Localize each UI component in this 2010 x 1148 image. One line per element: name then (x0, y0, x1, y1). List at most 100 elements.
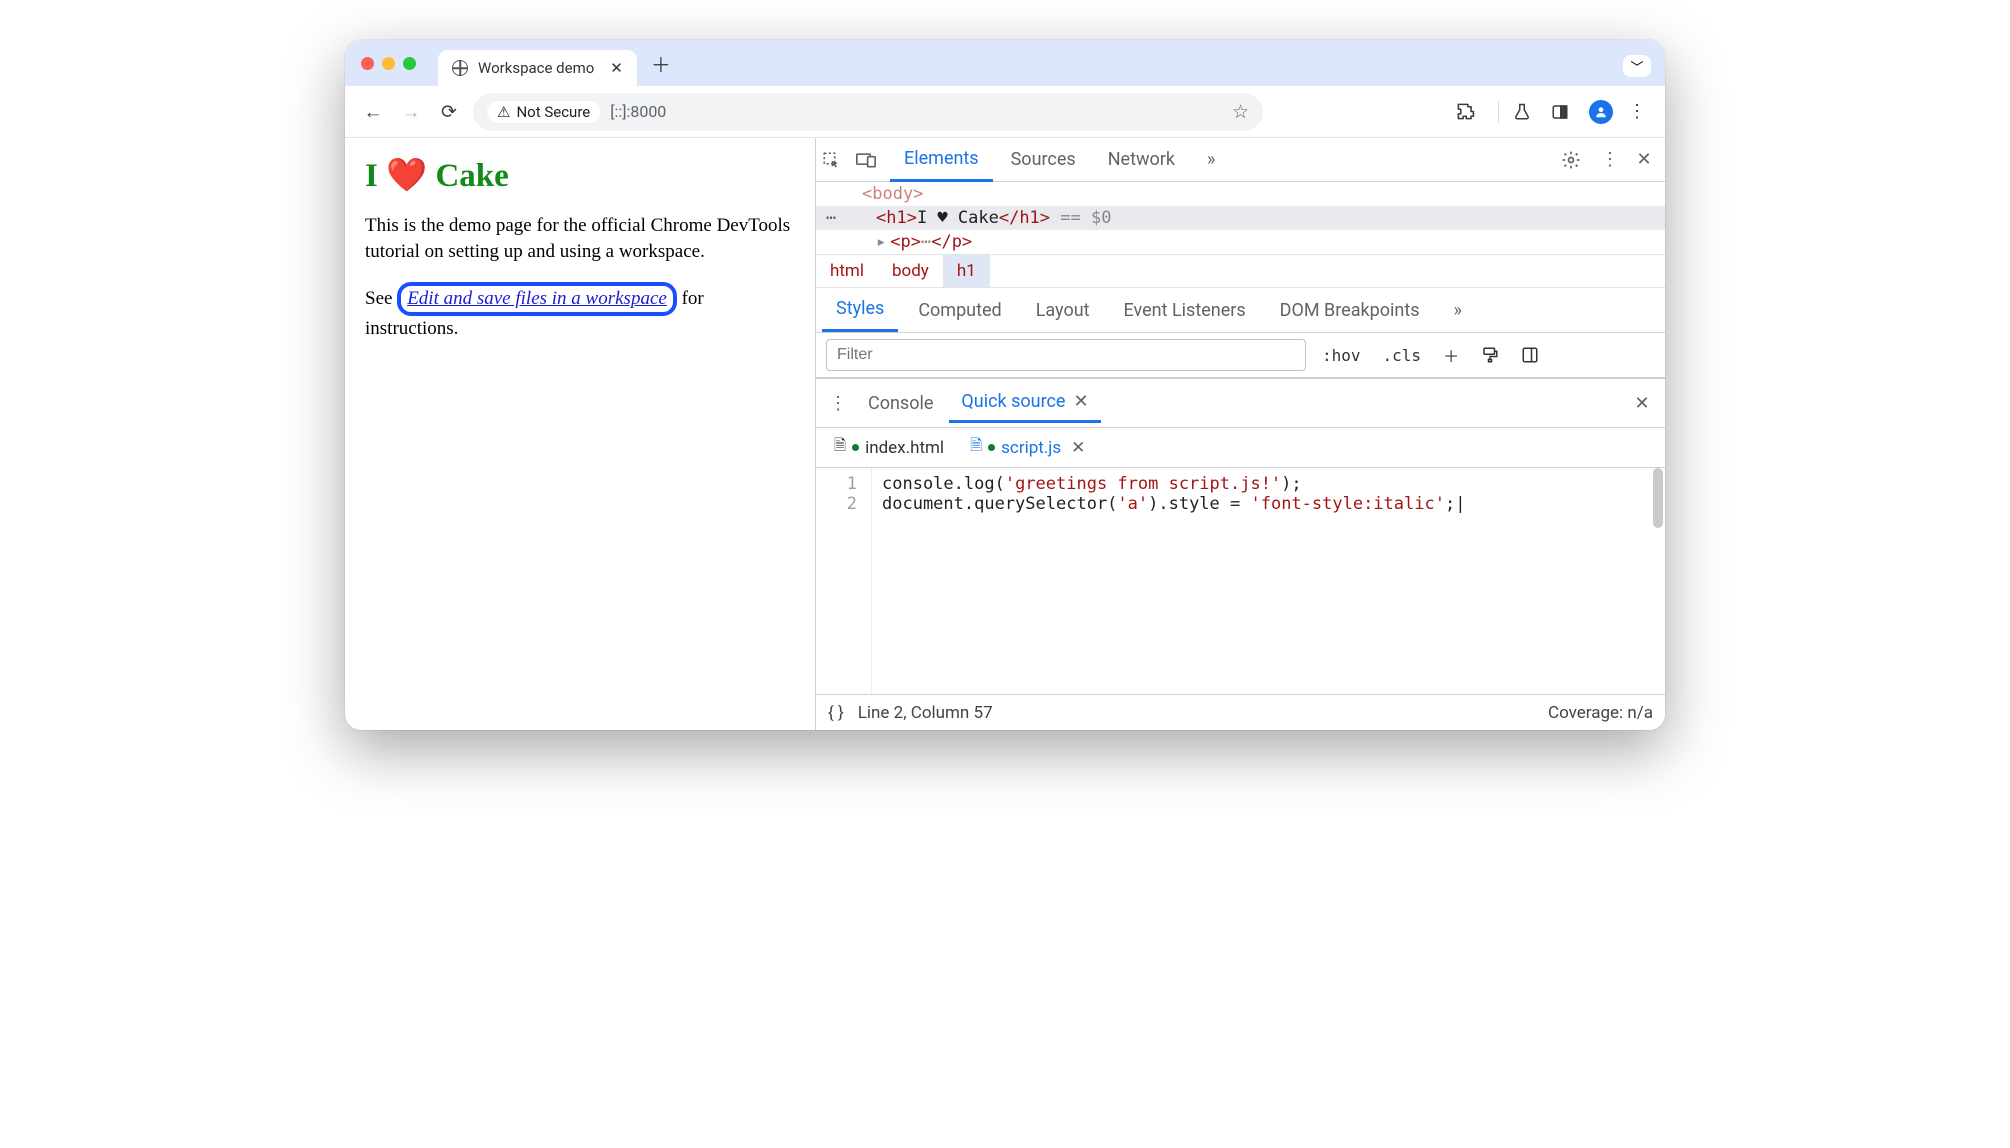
inspect-icon[interactable] (822, 151, 852, 169)
traffic-lights (361, 57, 416, 70)
editor-scrollbar[interactable] (1653, 468, 1663, 528)
address-text: [::]:8000 (610, 102, 666, 121)
file-icon: 🗎 (834, 435, 846, 460)
editor-gutter: 1 2 (816, 468, 872, 694)
security-chip[interactable]: ⚠ Not Secure (487, 101, 600, 123)
devtools-tabstrip: Elements Sources Network » ⋮ ✕ (816, 138, 1665, 182)
tab-elements[interactable]: Elements (890, 138, 993, 182)
window-minimize-button[interactable] (382, 57, 395, 70)
subtab-event-listeners[interactable]: Event Listeners (1110, 290, 1260, 331)
browser-tab[interactable]: Workspace demo ✕ (438, 50, 637, 86)
file-label: script.js (1001, 438, 1061, 458)
file-label: index.html (865, 438, 944, 458)
crumb-h1[interactable]: h1 (943, 255, 990, 287)
drawer-kebab-icon[interactable]: ⋮ (824, 385, 852, 422)
code-string: 'a' (1117, 494, 1148, 514)
editor-code[interactable]: console.log('greetings from script.js!')… (872, 468, 1475, 694)
code-token: console.log( (882, 474, 1005, 494)
globe-icon (452, 60, 468, 76)
tab-more[interactable]: » (1193, 139, 1229, 180)
devtools-kebab-icon[interactable]: ⋮ (1595, 149, 1625, 170)
forward-button[interactable]: → (397, 98, 425, 126)
dom-row-p[interactable]: ▸<p>⋯</p> (816, 230, 1665, 254)
dom-breadcrumbs: html body h1 (816, 254, 1665, 288)
code-token: ; (1445, 494, 1455, 514)
code-editor[interactable]: 1 2 console.log('greetings from script.j… (816, 468, 1665, 694)
dom-close-tag: </h1> (999, 208, 1050, 228)
drawer-tab-console[interactable]: Console (856, 385, 945, 422)
content-area: I ❤️ Cake This is the demo page for the … (345, 138, 1665, 730)
browser-window: Workspace demo ✕ ＋ ﹀ ← → ⟳ ⚠ Not Secure … (345, 40, 1665, 730)
subtab-more[interactable]: » (1440, 290, 1476, 331)
dom-row-body[interactable]: <body> (816, 182, 1665, 206)
toolbar: ← → ⟳ ⚠ Not Secure [::]:8000 ☆ ⋮ (345, 86, 1665, 138)
dom-text: I ♥ Cake (917, 208, 999, 228)
p2-before: See (365, 288, 397, 309)
dom-open-tag: <h1> (876, 208, 917, 228)
settings-gear-icon[interactable] (1561, 150, 1591, 170)
tab-strip: Workspace demo ✕ ＋ ﹀ (345, 40, 1665, 86)
window-zoom-button[interactable] (403, 57, 416, 70)
dom-tree[interactable]: <body> <h1>I ♥ Cake</h1> == $0 ▸<p>⋯</p> (816, 182, 1665, 254)
profile-avatar[interactable] (1589, 100, 1613, 124)
hov-toggle[interactable]: :hov (1316, 344, 1367, 367)
warning-icon: ⚠ (497, 103, 510, 121)
drawer-tabstrip: ⋮ Console Quick source ✕ ✕ (816, 379, 1665, 428)
crumb-body[interactable]: body (878, 255, 943, 287)
heading-prefix: I (365, 158, 386, 194)
format-icon[interactable]: { } (828, 703, 844, 723)
paint-icon[interactable] (1475, 344, 1505, 366)
tab-title: Workspace demo (478, 59, 594, 77)
code-token: ); (1281, 474, 1301, 494)
device-toggle-icon[interactable] (856, 152, 886, 168)
side-panel-icon[interactable] (1551, 103, 1579, 121)
page-paragraph-2: See Edit and save files in a workspace f… (365, 282, 795, 341)
styles-toolbar: :hov .cls ＋ (816, 333, 1665, 378)
heart-icon: ❤️ (386, 158, 427, 194)
file-icon: 🗎 (970, 435, 982, 460)
drawer-tab-quick-source[interactable]: Quick source ✕ (949, 383, 1100, 423)
omnibox[interactable]: ⚠ Not Secure [::]:8000 ☆ (473, 93, 1263, 131)
page-viewport: I ❤️ Cake This is the demo page for the … (345, 138, 815, 730)
drawer-close-icon[interactable]: ✕ (1627, 385, 1657, 422)
dom-eq: == $0 (1050, 208, 1111, 228)
file-tab-script[interactable]: 🗎 script.js ✕ (960, 431, 1095, 464)
subtab-computed[interactable]: Computed (904, 290, 1015, 331)
subtab-styles[interactable]: Styles (822, 288, 898, 332)
drawer-tab-quick-label: Quick source (961, 391, 1065, 412)
tab-network[interactable]: Network (1094, 139, 1189, 180)
styles-filter-input[interactable] (826, 339, 1306, 371)
back-button[interactable]: ← (359, 98, 387, 126)
reload-button[interactable]: ⟳ (435, 98, 463, 126)
line-number: 2 (816, 494, 857, 514)
close-icon[interactable]: ✕ (1071, 438, 1085, 458)
close-icon[interactable]: ✕ (1073, 391, 1088, 412)
tab-search-button[interactable]: ﹀ (1623, 55, 1651, 77)
close-icon[interactable]: ✕ (610, 59, 623, 77)
new-style-rule-icon[interactable]: ＋ (1437, 341, 1465, 369)
cls-toggle[interactable]: .cls (1377, 344, 1428, 367)
crumb-html[interactable]: html (816, 255, 878, 287)
workspace-link[interactable]: Edit and save files in a workspace (407, 288, 667, 309)
coverage-label: Coverage: n/a (1548, 703, 1653, 723)
tab-sources[interactable]: Sources (997, 139, 1090, 180)
code-string: 'greetings from script.js!' (1005, 474, 1281, 494)
page-paragraph-1: This is the demo page for the official C… (365, 213, 795, 264)
labs-icon[interactable] (1513, 103, 1541, 121)
bookmark-star-icon[interactable]: ☆ (1232, 100, 1249, 123)
window-close-button[interactable] (361, 57, 374, 70)
code-string: 'font-style:italic' (1250, 494, 1444, 514)
devtools-close-icon[interactable]: ✕ (1629, 149, 1659, 170)
file-tab-index[interactable]: 🗎 index.html (824, 431, 954, 464)
subtab-layout[interactable]: Layout (1022, 290, 1104, 331)
kebab-menu-icon[interactable]: ⋮ (1623, 101, 1651, 122)
dom-row-h1[interactable]: <h1>I ♥ Cake</h1> == $0 (816, 206, 1665, 230)
code-token: ).style = (1148, 494, 1250, 514)
extensions-icon[interactable] (1456, 102, 1484, 121)
link-highlight-box: Edit and save files in a workspace (397, 282, 677, 316)
styles-tabstrip: Styles Computed Layout Event Listeners D… (816, 288, 1665, 333)
subtab-dom-breakpoints[interactable]: DOM Breakpoints (1266, 290, 1434, 331)
new-tab-button[interactable]: ＋ (651, 49, 671, 78)
computed-sidebar-icon[interactable] (1515, 344, 1545, 366)
devtools-panel: Elements Sources Network » ⋮ ✕ <body> <h… (815, 138, 1665, 730)
